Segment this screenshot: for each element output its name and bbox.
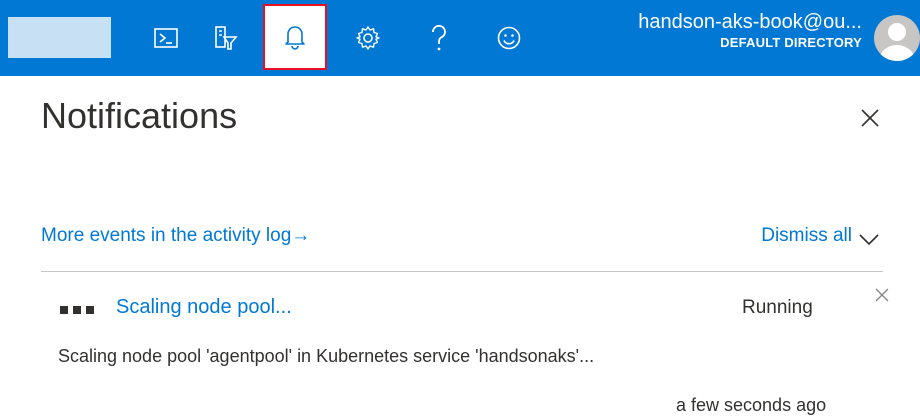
arrow-right-icon: →	[291, 225, 311, 246]
notification-title[interactable]: Scaling node pool...	[116, 296, 292, 319]
account-directory: DEFAULT DIRECTORY	[720, 35, 862, 50]
settings-gear-icon[interactable]	[347, 19, 389, 57]
activity-log-link[interactable]: More events in the activity log→	[41, 225, 310, 247]
account-menu[interactable]: handson-aks-book@ou... DEFAULT DIRECTORY	[638, 10, 862, 52]
notification-description: Scaling node pool 'agentpool' in Kuberne…	[58, 346, 595, 366]
avatar[interactable]	[874, 15, 920, 61]
help-question-icon[interactable]	[418, 19, 460, 57]
chevron-down-icon[interactable]	[855, 228, 883, 250]
dismiss-notification-button[interactable]	[873, 286, 891, 304]
notifications-bell-button[interactable]	[263, 4, 327, 70]
panel-title: Notifications	[41, 95, 238, 136]
feedback-smiley-icon[interactable]	[488, 19, 530, 57]
close-icon	[861, 109, 879, 127]
progress-dots-icon	[60, 306, 94, 314]
divider	[41, 271, 883, 272]
close-icon	[875, 288, 889, 302]
top-bar: handson-aks-book@ou... DEFAULT DIRECTORY	[0, 0, 920, 76]
cloud-shell-icon[interactable]	[145, 19, 187, 57]
bell-icon	[285, 26, 305, 50]
search-box[interactable]	[8, 17, 111, 58]
notification-status: Running	[742, 297, 813, 318]
account-name: handson-aks-book@ou...	[638, 11, 862, 33]
user-icon	[879, 23, 915, 61]
dismiss-all-button[interactable]: Dismiss all	[761, 225, 852, 247]
close-panel-button[interactable]	[856, 104, 884, 132]
activity-log-link-label: More events in the activity log	[41, 225, 292, 246]
directory-filter-icon[interactable]	[204, 19, 246, 57]
notification-timestamp: a few seconds ago	[676, 395, 827, 415]
